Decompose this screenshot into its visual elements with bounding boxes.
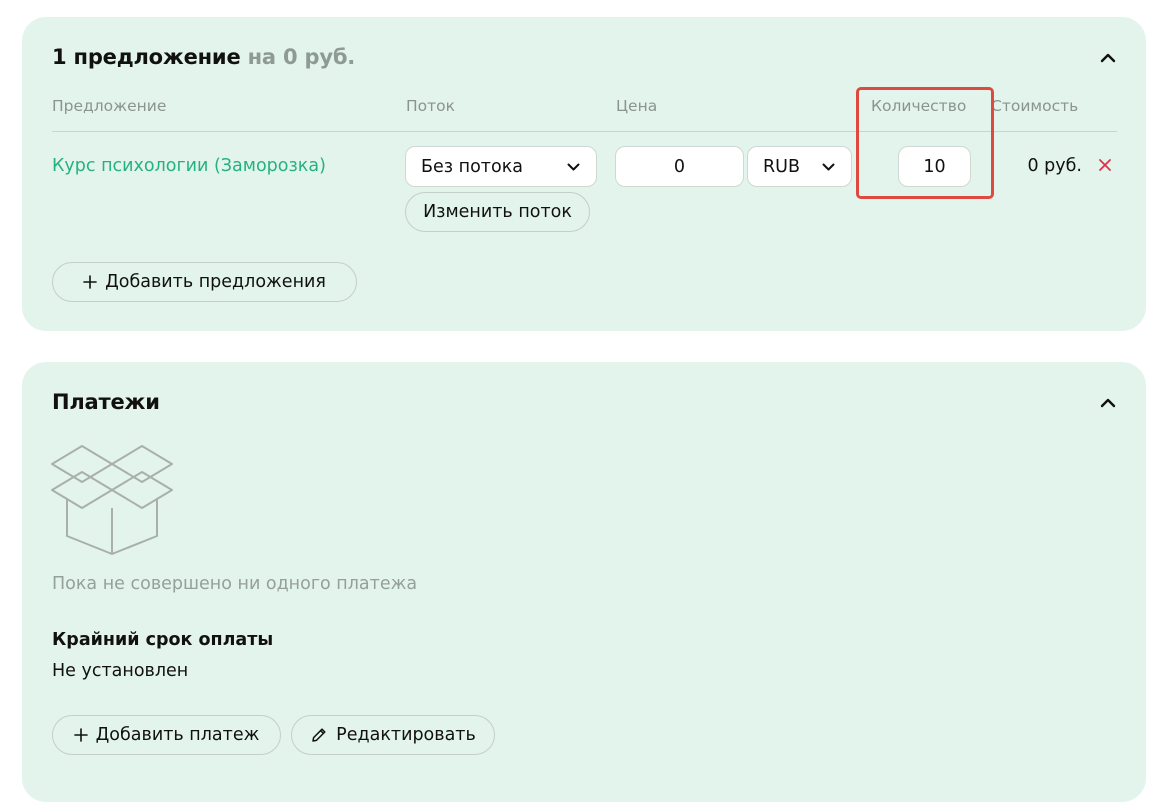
close-icon xyxy=(1099,159,1111,171)
chevron-up-icon xyxy=(1100,398,1116,408)
offer-name-link[interactable]: Курс психологии (Заморозка) xyxy=(52,156,326,176)
remove-offer-button[interactable] xyxy=(1097,157,1113,173)
pencil-icon xyxy=(312,728,326,742)
plus-icon xyxy=(83,275,97,289)
offer-cost: 0 руб. xyxy=(1027,156,1082,176)
payments-title: Платежи xyxy=(52,390,160,414)
currency-select[interactable]: RUB xyxy=(747,146,852,187)
add-payment-label: Добавить платеж xyxy=(95,725,260,745)
chevron-up-icon xyxy=(1100,53,1116,63)
price-input[interactable] xyxy=(615,146,744,187)
column-header-cost: Стоимость xyxy=(991,97,1079,115)
offers-count: 1 предложение xyxy=(52,45,241,69)
add-offers-label: Добавить предложения xyxy=(105,272,326,292)
quantity-highlight-frame xyxy=(856,87,994,199)
add-offers-button[interactable]: Добавить предложения xyxy=(52,262,357,302)
offers-panel: 1 предложение на 0 руб. Предложение Пото… xyxy=(22,17,1146,331)
offers-total: на 0 руб. xyxy=(247,45,356,69)
stream-select[interactable]: Без потока xyxy=(405,146,597,187)
change-stream-button[interactable]: Изменить поток xyxy=(405,192,590,232)
collapse-payments-button[interactable] xyxy=(1096,391,1120,415)
column-header-stream: Поток xyxy=(406,97,456,115)
column-header-price: Цена xyxy=(616,97,658,115)
payment-deadline-label: Крайний срок оплаты xyxy=(52,630,274,650)
column-header-offer: Предложение xyxy=(52,97,167,115)
currency-select-value: RUB xyxy=(763,156,800,177)
payments-panel: Платежи Пока не совершено ни одного плат… xyxy=(22,362,1146,802)
plus-icon xyxy=(73,728,88,742)
change-stream-label: Изменить поток xyxy=(423,202,572,222)
offers-panel-title: 1 предложение на 0 руб. xyxy=(52,45,355,69)
add-payment-button[interactable]: Добавить платеж xyxy=(52,715,281,755)
edit-payments-label: Редактировать xyxy=(336,725,476,745)
empty-box-icon xyxy=(51,445,173,555)
empty-payments-text: Пока не совершено ни одного платежа xyxy=(52,574,418,594)
collapse-offers-button[interactable] xyxy=(1096,46,1120,70)
chevron-down-icon xyxy=(567,163,580,170)
payment-deadline-value: Не установлен xyxy=(52,661,189,681)
chevron-down-icon xyxy=(822,163,835,170)
edit-payments-button[interactable]: Редактировать xyxy=(291,715,495,755)
stream-select-value: Без потока xyxy=(421,156,523,177)
